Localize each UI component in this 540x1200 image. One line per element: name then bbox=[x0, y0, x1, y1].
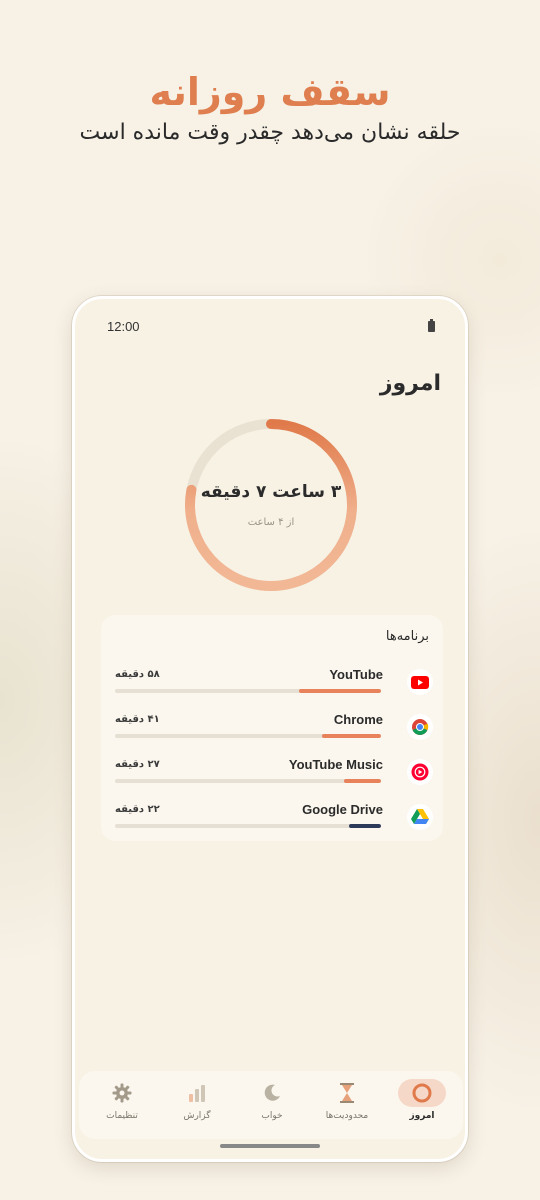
daily-limit-ring: ۳ ساعت ۷ دقیقه از ۴ ساعت bbox=[181, 415, 361, 595]
app-usage-track bbox=[115, 734, 381, 738]
app-usage-fill bbox=[349, 824, 381, 828]
google-drive-icon bbox=[407, 804, 433, 830]
battery-icon bbox=[428, 319, 435, 332]
app-usage-track bbox=[115, 824, 381, 828]
ring-icon bbox=[398, 1079, 446, 1107]
phone-frame: 12:00 امروز ۳ ساعت ۷ دقیقه از ۴ ساعت برن… bbox=[72, 296, 468, 1162]
nav-label: امروز bbox=[409, 1111, 435, 1121]
app-name: Google Drive bbox=[302, 802, 383, 817]
youtube-music-icon bbox=[407, 759, 433, 785]
app-usage-time: ۴۱ دقیقه bbox=[115, 714, 160, 725]
chrome-icon bbox=[407, 714, 433, 740]
app-row[interactable]: YouTube Music ۲۷ دقیقه bbox=[101, 757, 443, 797]
hourglass-icon bbox=[323, 1079, 371, 1107]
status-time: 12:00 bbox=[107, 319, 140, 334]
ring-total-text: از ۴ ساعت bbox=[247, 517, 295, 528]
promo-subtitle: حلقه نشان می‌دهد چقدر وقت مانده است bbox=[79, 120, 461, 145]
app-usage-fill bbox=[298, 689, 381, 693]
app-name: YouTube Music bbox=[288, 757, 383, 772]
gear-icon bbox=[98, 1079, 146, 1107]
app-name: Chrome bbox=[333, 712, 383, 727]
nav-item-sleep[interactable]: خواب bbox=[239, 1077, 305, 1133]
nav-label: گزارش bbox=[183, 1111, 211, 1121]
apps-title: برنامه‌ها bbox=[385, 629, 429, 644]
app-row[interactable]: Google Drive ۲۲ دقیقه bbox=[101, 802, 443, 842]
nav-item-settings[interactable]: تنظیمات bbox=[89, 1077, 155, 1133]
bottom-nav: امروز محدودیت‌ها خواب گزارش تنظیمات bbox=[79, 1071, 463, 1139]
app-usage-time: ۵۸ دقیقه bbox=[115, 669, 160, 680]
app-usage-fill bbox=[322, 734, 381, 738]
app-usage-time: ۲۷ دقیقه bbox=[115, 759, 160, 770]
app-row[interactable]: Chrome ۴۱ دقیقه bbox=[101, 712, 443, 752]
nav-item-report[interactable]: گزارش bbox=[164, 1077, 230, 1133]
app-usage-fill bbox=[343, 779, 381, 783]
app-row[interactable]: YouTube ۵۸ دقیقه bbox=[101, 667, 443, 707]
app-usage-track bbox=[115, 779, 381, 783]
app-usage-track bbox=[115, 689, 381, 693]
apps-card: برنامه‌ها YouTube ۵۸ دقیقه Chrome ۴۱ دقی… bbox=[101, 615, 443, 841]
promo-title: سقف روزانه bbox=[149, 70, 391, 114]
nav-label: تنظیمات bbox=[106, 1111, 138, 1121]
ring-remaining-text: ۳ ساعت ۷ دقیقه bbox=[200, 482, 342, 502]
moon-icon bbox=[248, 1079, 296, 1107]
nav-label: خواب bbox=[261, 1111, 283, 1121]
app-name: YouTube bbox=[329, 667, 383, 682]
bar-chart-icon bbox=[173, 1079, 221, 1107]
nav-item-limits[interactable]: محدودیت‌ها bbox=[314, 1077, 380, 1133]
app-usage-time: ۲۲ دقیقه bbox=[115, 804, 160, 815]
youtube-icon bbox=[407, 669, 433, 695]
nav-item-today[interactable]: امروز bbox=[389, 1077, 455, 1133]
nav-label: محدودیت‌ها bbox=[325, 1111, 369, 1121]
page-title: امروز bbox=[379, 371, 441, 396]
home-indicator[interactable] bbox=[220, 1144, 320, 1148]
